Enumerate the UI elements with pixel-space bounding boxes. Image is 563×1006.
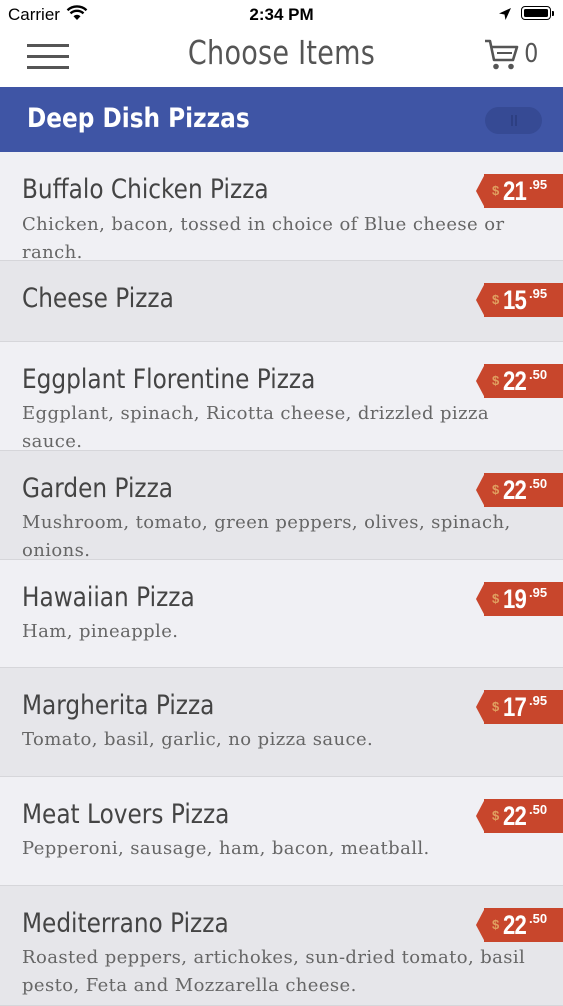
price-dollars: 22 [503, 366, 527, 396]
price-cents: .50 [529, 367, 548, 382]
item-name: Cheese Pizza [22, 283, 174, 314]
menu-list: Buffalo Chicken Pizza Chicken, bacon, to… [0, 152, 563, 1006]
price-cents: .50 [529, 911, 548, 926]
price-tag: $ 19 .95 [476, 582, 563, 616]
price-currency: $ [492, 292, 500, 307]
price-tag: $ 22 .50 [476, 473, 563, 507]
price-dollars: 21 [503, 176, 527, 206]
menu-item[interactable]: Mediterrano Pizza Roasted peppers, artic… [0, 886, 563, 1006]
price-tag: $ 22 .50 [476, 799, 563, 833]
price-dollars: 22 [503, 910, 527, 940]
price-cents: .50 [529, 802, 548, 817]
item-name: Eggplant Florentine Pizza [22, 364, 316, 395]
item-name: Garden Pizza [22, 473, 174, 504]
nav-bar: Choose Items 0 [0, 30, 563, 87]
battery-icon [521, 6, 551, 20]
location-arrow-icon [498, 7, 512, 26]
price-tag: $ 17 .95 [476, 690, 563, 724]
price-dollars: 22 [503, 475, 527, 505]
menu-item[interactable]: Eggplant Florentine Pizza Eggplant, spin… [0, 342, 563, 452]
category-toggle[interactable] [485, 107, 542, 134]
menu-item[interactable]: Meat Lovers Pizza Pepperoni, sausage, ha… [0, 777, 563, 886]
price-currency: $ [492, 808, 500, 823]
price-dollars: 15 [503, 285, 527, 315]
price-cents: .95 [529, 585, 548, 600]
price-tag: $ 15 .95 [476, 283, 563, 317]
category-header: Deep Dish Pizzas [0, 87, 563, 152]
price-cents: .95 [529, 177, 548, 192]
price-cents: .50 [529, 476, 548, 491]
price-currency: $ [492, 591, 500, 606]
item-name: Mediterrano Pizza [22, 908, 229, 939]
price-currency: $ [492, 482, 500, 497]
item-description: Eggplant, spinach, Ricotta cheese, drizz… [22, 403, 489, 452]
cart-count[interactable]: 0 [524, 39, 538, 69]
price-dollars: 19 [503, 584, 527, 614]
item-name: Buffalo Chicken Pizza [22, 174, 269, 205]
menu-item[interactable]: Margherita Pizza Tomato, basil, garlic, … [0, 668, 563, 777]
item-description: Chicken, bacon, tossed in choice of Blue… [22, 214, 505, 263]
menu-item[interactable]: Cheese Pizza $ 15 .95 [0, 261, 563, 342]
menu-item[interactable]: Hawaiian Pizza Ham, pineapple. $ 19 .95 [0, 560, 563, 668]
menu-item[interactable]: Buffalo Chicken Pizza Chicken, bacon, to… [0, 152, 563, 263]
item-description: Tomato, basil, garlic, no pizza sauce. [22, 729, 374, 750]
price-dollars: 22 [503, 801, 527, 831]
cart-icon[interactable] [484, 38, 520, 77]
clock: 2:34 PM [249, 5, 314, 24]
item-name: Hawaiian Pizza [22, 582, 195, 613]
item-description: Roasted peppers, artichokes, sun-dried t… [22, 947, 526, 996]
price-currency: $ [492, 699, 500, 714]
status-bar: Carrier 2:34 PM [0, 0, 563, 30]
price-currency: $ [492, 373, 500, 388]
price-currency: $ [492, 183, 500, 198]
price-tag: $ 21 .95 [476, 174, 563, 208]
price-tag: $ 22 .50 [476, 908, 563, 942]
battery-tip [552, 11, 554, 16]
item-description: Mushroom, tomato, green peppers, olives,… [22, 512, 511, 561]
price-dollars: 17 [503, 692, 527, 722]
price-cents: .95 [529, 693, 548, 708]
item-description: Pepperoni, sausage, ham, bacon, meatball… [22, 838, 430, 859]
item-description: Ham, pineapple. [22, 621, 179, 642]
category-title: Deep Dish Pizzas [27, 103, 250, 134]
price-cents: .95 [529, 286, 548, 301]
price-tag: $ 22 .50 [476, 364, 563, 398]
page-title: Choose Items [187, 33, 376, 72]
price-currency: $ [492, 917, 500, 932]
item-name: Meat Lovers Pizza [22, 799, 230, 830]
menu-item[interactable]: Garden Pizza Mushroom, tomato, green pep… [0, 451, 563, 561]
item-name: Margherita Pizza [22, 690, 215, 721]
